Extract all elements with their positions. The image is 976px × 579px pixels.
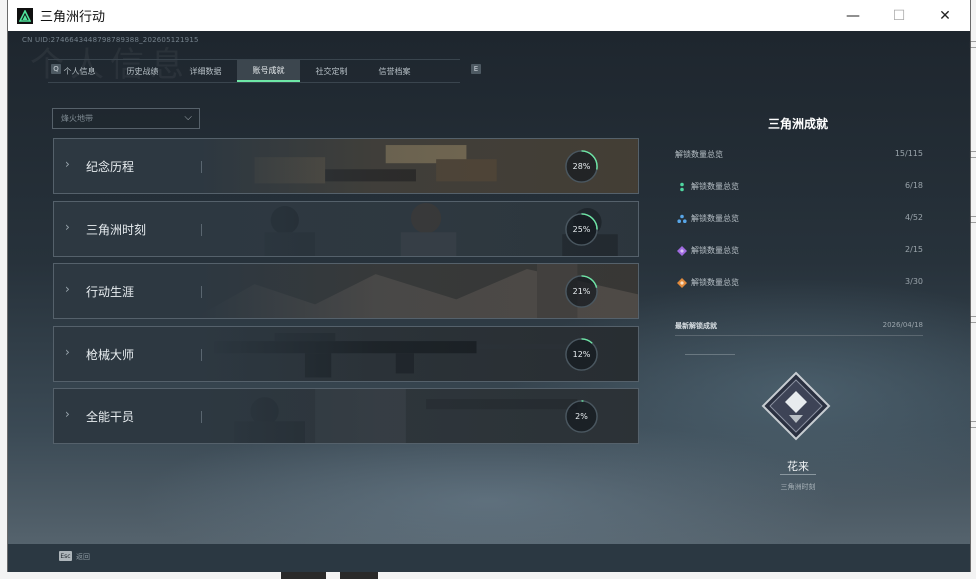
unlock-total-value: 15/115 [894, 149, 923, 158]
tab-reputation-record[interactable]: 信誉档案 [363, 60, 426, 82]
background-element [340, 572, 378, 579]
unlock-row-value: 4/52 [905, 213, 923, 222]
title-bar: 三角洲行动 — ☐ ✕ [8, 0, 970, 31]
divider [201, 161, 202, 173]
tab-label: 信誉档案 [378, 66, 411, 76]
filter-value: 烽火地带 [61, 114, 93, 123]
minimize-button[interactable]: — [830, 0, 876, 31]
tab-label: 社交定制 [315, 66, 348, 76]
window-title: 三角洲行动 [40, 10, 106, 25]
unlock-row-label: 解锁数量总览 [691, 214, 739, 223]
unlock-row-label: 解锁数量总览 [691, 246, 739, 255]
badge-category: 三角洲时刻 [780, 483, 816, 491]
divider [780, 474, 816, 475]
game-view: 个人信息 CN UID:2746643448798789388_20260512… [8, 31, 970, 544]
blue-tier-icon [677, 214, 687, 223]
tab-next-key-hint[interactable]: E [471, 64, 481, 74]
category-memorial[interactable]: › 纪念历程 28% [53, 138, 639, 194]
latest-unlock-label: 最新解锁成就 [675, 322, 717, 330]
category-overlay [54, 139, 638, 193]
unlock-row-value: 6/18 [905, 181, 923, 190]
background-taskbar-strip [0, 572, 976, 579]
uid-label: CN UID:2746643448798789388_2026051219​15 [22, 36, 199, 44]
unlock-row-label: 解锁数量总览 [691, 182, 739, 191]
app-logo-icon [17, 7, 33, 24]
tab-achievements[interactable]: 账号成就 [237, 60, 300, 82]
panel-title: 三角洲成就 [767, 117, 828, 131]
tab-label: 个人信息 [63, 66, 96, 76]
tab-label: 账号成就 [252, 65, 285, 75]
background-window-edge: □ [969, 315, 976, 325]
divider [685, 354, 735, 355]
category-label: 行动生涯 [86, 285, 135, 299]
background-element [281, 572, 326, 579]
background-window-edge: □ [969, 150, 976, 160]
unlock-total-label: 解锁数量总览 [675, 150, 723, 159]
esc-key-hint[interactable]: Esc [59, 551, 72, 561]
unlock-row-purple: 解锁数量总览 2/15 [675, 245, 923, 259]
progress-percent: 21% [572, 287, 591, 296]
chevron-right-icon: › [65, 219, 70, 234]
mode-filter-dropdown[interactable]: 烽火地带 ⌵ [52, 108, 200, 129]
tab-detailed-data[interactable]: 详细数据 [174, 60, 237, 82]
chevron-right-icon: › [65, 282, 70, 296]
unlock-row-value: 2/15 [905, 245, 923, 254]
back-label[interactable]: 返回 [76, 552, 90, 562]
latest-unlock-date: 2026/04/18 [882, 321, 923, 329]
category-label: 三角洲时刻 [86, 222, 147, 237]
chevron-right-icon: › [65, 344, 70, 359]
category-label: 全能干员 [86, 410, 135, 424]
category-overlay [54, 264, 638, 318]
chevron-right-icon: › [65, 157, 70, 171]
tab-label: 历史战绩 [126, 66, 159, 76]
unlock-row-blue: 解锁数量总览 4/52 [675, 213, 923, 227]
orange-tier-icon [677, 278, 687, 288]
unlock-row-value: 3/30 [905, 277, 923, 286]
green-tier-icon [680, 182, 684, 192]
tab-label: 详细数据 [189, 66, 222, 76]
close-button[interactable]: ✕ [922, 0, 968, 31]
divider [201, 223, 202, 236]
category-weapon-master[interactable]: › 枪械大师 12% [53, 325, 639, 382]
latest-unlock-header: 最新解锁成就 2026/04/18 [675, 321, 923, 336]
chevron-down-icon: ⌵ [184, 112, 192, 123]
progress-percent: 25% [572, 224, 591, 234]
app-window: 三角洲行动 — ☐ ✕ 个人信息 CN UID:2746643448798789… [8, 0, 970, 572]
tab-personal-info[interactable]: 个人信息 [48, 60, 111, 82]
category-overlay [54, 326, 638, 381]
tab-bar: 个人信息 历史战绩 详细数据 账号成就 社交定制 信誉档案 [48, 59, 460, 83]
unlock-row-green: 解锁数量总览 6/18 [675, 181, 923, 195]
category-all-round-operator[interactable]: › 全能干员 2% [53, 388, 639, 444]
maximize-button[interactable]: ☐ [876, 0, 922, 31]
tab-match-history[interactable]: 历史战绩 [111, 60, 174, 82]
category-delta-moments[interactable]: › 三角洲时刻 25% [53, 200, 639, 257]
progress-percent: 12% [572, 349, 591, 359]
purple-tier-icon [677, 246, 687, 256]
divider [201, 411, 202, 423]
category-operation-career[interactable]: › 行动生涯 21% [53, 263, 639, 319]
tab-social-customization[interactable]: 社交定制 [300, 60, 363, 82]
progress-percent: 2% [575, 412, 588, 421]
achievement-category-list: › 纪念历程 28% › 三角洲时刻 25% › 行动生涯 21% › 枪械大师… [53, 138, 639, 451]
badge-name: 花来 [787, 460, 809, 473]
category-overlay [54, 389, 638, 443]
category-label: 纪念历程 [86, 160, 135, 174]
unlock-row-label: 解锁数量总览 [691, 278, 739, 287]
background-window-edge: □ [969, 215, 976, 225]
background-window-edge: □ [969, 40, 976, 50]
bottom-bar: Esc 返回 [8, 544, 970, 572]
category-label: 枪械大师 [86, 347, 135, 362]
chevron-right-icon: › [65, 407, 70, 421]
achievement-badge-icon[interactable] [761, 371, 831, 441]
unlock-total-row: 解锁数量总览 15/115 [675, 149, 923, 163]
background-window-edge: □ [969, 420, 976, 430]
unlock-row-orange: 解锁数量总览 3/30 [675, 277, 923, 291]
divider [201, 286, 202, 298]
divider [201, 348, 202, 361]
progress-percent: 28% [572, 162, 591, 171]
